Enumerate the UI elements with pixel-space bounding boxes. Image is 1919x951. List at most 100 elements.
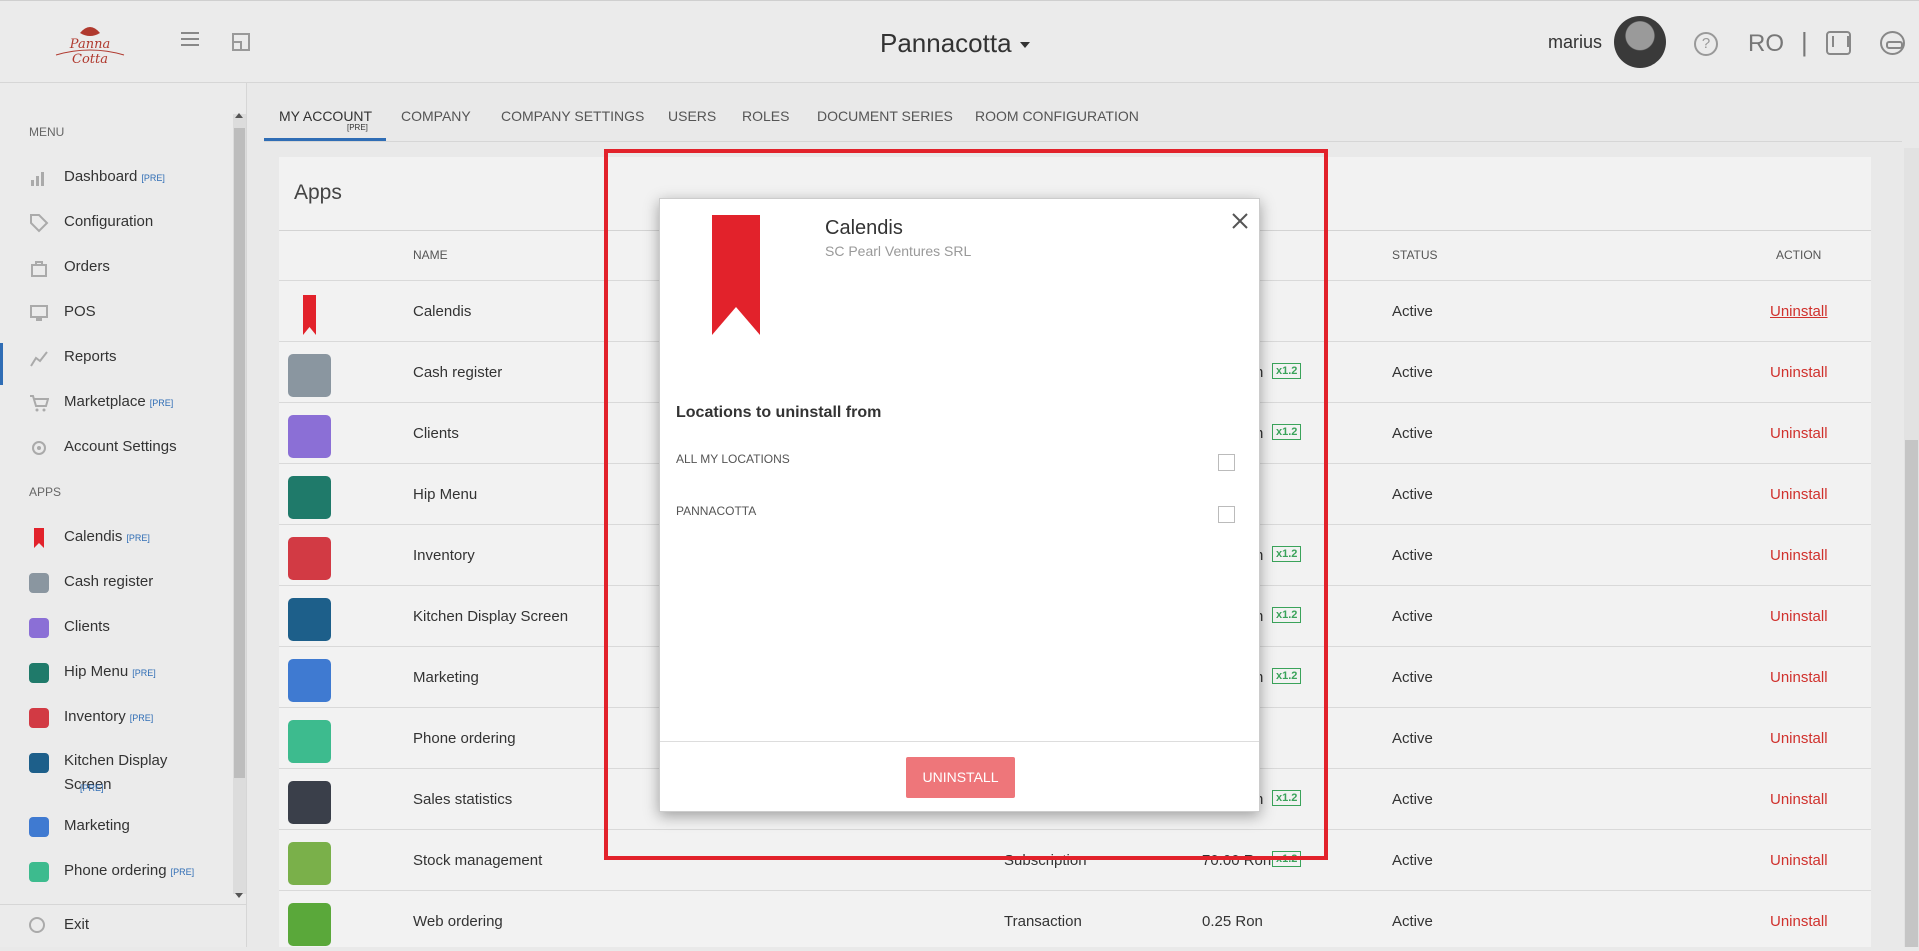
top-bar: Panna Cotta Pannacotta marius ? RO | [0,0,1919,83]
column-header-name: NAME [413,248,448,262]
app-name: Stock management [413,852,543,869]
sidebar-item-marketplace[interactable]: Marketplace [PRE] [0,383,230,423]
modal-app-name: Calendis [825,217,903,239]
pre-tag: [PRE] [141,173,165,183]
app-name: Calendis [413,303,472,320]
scroll-up-icon[interactable] [235,113,243,118]
sidebar-item-configuration[interactable]: Configuration [0,203,230,243]
main-scrollbar-thumb[interactable] [1905,440,1918,947]
username[interactable]: marius [1548,32,1602,53]
help-icon[interactable]: ? [1694,32,1718,56]
app-status: Active [1392,486,1433,503]
sidebar-item-label: POS [64,303,96,320]
avatar[interactable] [1614,16,1666,68]
sidebar-app-kitchen-display[interactable]: Kitchen Display Screen [PRE] [0,743,230,799]
app-status: Active [1392,303,1433,320]
apps-panel-title: Apps [294,181,342,204]
fullscreen-icon[interactable] [232,33,250,51]
sidebar-app-marketing[interactable]: Marketing [0,807,230,847]
logo-text: Panna Cotta [69,37,111,67]
modal-footer-divider [660,741,1259,742]
sidebar-app-cash-register[interactable]: Cash register [0,563,230,603]
hip-menu-icon [29,663,49,683]
app-status: Active [1392,730,1433,747]
uninstall-link[interactable]: Uninstall [1770,852,1828,869]
tab-company-settings[interactable]: COMPANY SETTINGS [501,108,644,124]
checkbox-all-locations[interactable] [1218,454,1235,471]
intercom-icon[interactable] [1826,31,1851,55]
company-selector[interactable]: Pannacotta [880,28,1030,59]
uninstall-link[interactable]: Uninstall [1770,791,1828,808]
tab-my-account[interactable]: MY ACCOUNT [279,108,372,124]
column-header-action: ACTION [1776,248,1822,262]
company-logo[interactable]: Panna Cotta [50,21,130,67]
exit-icon[interactable] [29,917,45,933]
sidebar-scrollbar-thumb[interactable] [234,128,245,778]
uninstall-link[interactable]: Uninstall [1770,669,1828,686]
app-icon [288,903,331,946]
uninstall-link[interactable]: Uninstall [1770,608,1828,625]
uninstall-link[interactable]: Uninstall [1770,547,1828,564]
sidebar-app-calendis[interactable]: Calendis [PRE] [0,518,230,558]
app-status: Active [1392,791,1433,808]
tab-room-configuration[interactable]: ROOM CONFIGURATION [975,108,1139,124]
sidebar-item-reports[interactable]: Reports [0,338,230,378]
uninstall-link[interactable]: Uninstall [1770,486,1828,503]
caret-down-icon [1019,42,1030,49]
app-icon [288,354,331,397]
tab-company[interactable]: COMPANY [401,108,471,124]
uninstall-link[interactable]: Uninstall [1770,303,1828,320]
sidebar-item-dashboard[interactable]: Dashboard [PRE] [0,158,230,198]
pre-tag: [PRE] [149,398,174,408]
uninstall-link[interactable]: Uninstall [1770,730,1828,747]
app-icon [288,537,331,580]
tab-document-series[interactable]: DOCUMENT SERIES [817,108,953,124]
calendis-logo-icon [712,215,760,335]
bag-icon [31,261,47,277]
app-name: Kitchen Display Screen [413,608,569,625]
checkbox-pannacotta[interactable] [1218,506,1235,523]
option-label-all-locations: ALL MY LOCATIONS [676,452,790,466]
uninstall-link[interactable]: Uninstall [1770,364,1828,381]
sidebar-item-pos[interactable]: POS [0,293,230,333]
cash-register-icon [29,573,49,593]
sidebar-item-label: Calendis [64,528,123,545]
uninstall-modal: Calendis SC Pearl Ventures SRL Locations… [659,198,1260,812]
sidebar-menu-title: MENU [29,125,65,139]
tab-pre-tag: [PRE] [347,123,368,132]
menu-toggle-icon[interactable] [181,32,199,48]
modal-heading: Locations to uninstall from [676,404,882,421]
sidebar-item-orders[interactable]: Orders [0,248,230,288]
inventory-icon [29,708,49,728]
close-icon[interactable] [1230,211,1250,231]
tab-roles[interactable]: ROLES [742,108,789,124]
app-name: Sales statistics [413,791,513,808]
cart-icon [30,395,49,412]
app-icon [288,598,331,641]
sidebar-item-account-settings[interactable]: Account Settings [0,428,230,468]
dashboard-icon [31,172,44,186]
sidebar-apps-title: APPS [29,485,62,499]
exit-link[interactable]: Exit [64,916,89,933]
clients-icon [29,618,49,638]
link-icon[interactable] [1880,31,1905,55]
app-status: Active [1392,608,1433,625]
app-status: Active [1392,425,1433,442]
app-pricing-type: Transaction [1004,913,1082,930]
sidebar-item-label: Marketing [64,817,130,834]
app-name: Hip Menu [413,486,478,503]
sidebar-item-label: Phone ordering [64,862,167,879]
sidebar-divider [0,904,246,905]
app-icon [288,476,331,519]
app-icon [288,720,331,763]
language-selector[interactable]: RO [1748,30,1784,58]
sidebar-app-hip-menu[interactable]: Hip Menu [PRE] [0,653,230,693]
sidebar-app-inventory[interactable]: Inventory [PRE] [0,698,230,738]
uninstall-link[interactable]: Uninstall [1770,913,1828,930]
uninstall-button[interactable]: UNINSTALL [906,757,1015,798]
uninstall-link[interactable]: Uninstall [1770,425,1828,442]
scroll-down-icon[interactable] [235,893,243,898]
tab-users[interactable]: USERS [668,108,716,124]
sidebar-app-phone-ordering[interactable]: Phone ordering [PRE] [0,852,230,892]
sidebar-app-clients[interactable]: Clients [0,608,230,648]
